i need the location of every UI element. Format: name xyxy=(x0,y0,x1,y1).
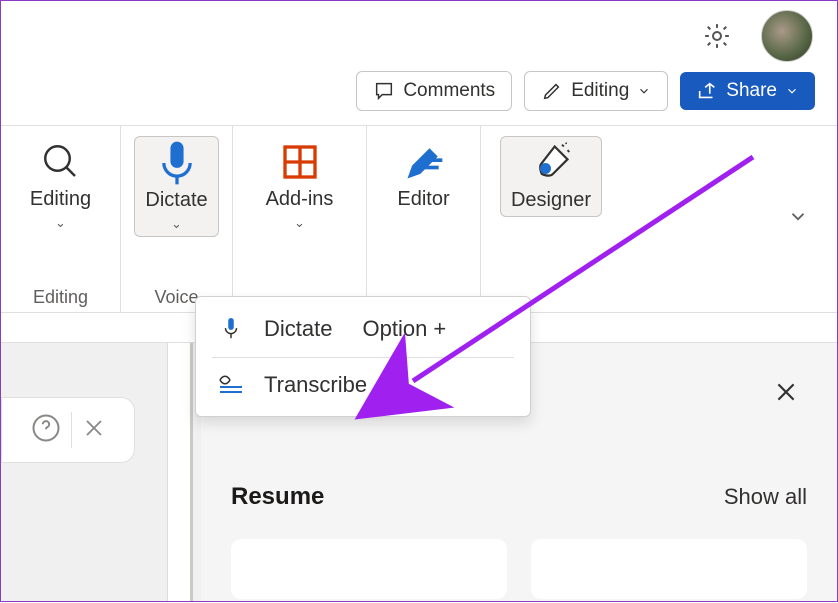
chevron-down-icon xyxy=(785,84,799,98)
editing-btn-label: Editing xyxy=(30,188,91,211)
menu-separator xyxy=(212,357,514,358)
menu-item-dictate[interactable]: Dictate Option + xyxy=(196,305,530,353)
dismiss-help-button[interactable] xyxy=(82,416,106,445)
gear-icon xyxy=(702,21,732,51)
document-edge xyxy=(167,343,193,601)
menu-item-transcribe-label: Transcribe xyxy=(264,372,367,398)
dictate-button[interactable]: Dictate ⌄ xyxy=(134,136,218,237)
editing-mode-label: Editing xyxy=(571,80,629,102)
comments-button[interactable]: Comments xyxy=(356,71,512,111)
addins-button[interactable]: Add-ins ⌄ xyxy=(256,136,344,235)
resume-heading: Resume xyxy=(231,483,324,511)
find-editing-button[interactable]: Editing ⌄ xyxy=(20,136,101,235)
settings-button[interactable] xyxy=(701,20,733,52)
avatar[interactable] xyxy=(761,10,813,62)
dictate-dropdown: Dictate Option + Transcribe xyxy=(195,296,531,417)
designer-btn-label: Designer xyxy=(511,189,591,212)
menu-item-dictate-shortcut: Option + xyxy=(362,316,446,342)
share-icon xyxy=(696,80,718,102)
template-card[interactable] xyxy=(531,539,807,599)
editing-mode-button[interactable]: Editing xyxy=(524,71,668,111)
chevron-down-icon: ⌄ xyxy=(55,215,66,231)
chevron-down-icon xyxy=(787,206,809,228)
chevron-down-icon: ⌄ xyxy=(171,216,182,232)
magnifier-icon xyxy=(39,140,83,184)
help-widget xyxy=(1,397,135,463)
paintbrush-icon xyxy=(529,141,573,185)
share-button[interactable]: Share xyxy=(680,72,815,110)
ribbon-collapse-button[interactable] xyxy=(787,206,809,233)
addins-icon xyxy=(278,140,322,184)
menu-item-dictate-label: Dictate xyxy=(264,316,332,342)
menu-item-transcribe[interactable]: Transcribe xyxy=(196,362,530,408)
help-icon xyxy=(31,413,61,443)
designer-button[interactable]: Designer xyxy=(500,136,602,217)
help-button[interactable] xyxy=(31,413,61,448)
transcribe-icon xyxy=(216,374,246,396)
show-all-link[interactable]: Show all xyxy=(724,484,807,510)
pencil-icon xyxy=(541,80,563,102)
microphone-icon xyxy=(155,141,199,185)
editor-button[interactable]: Editor xyxy=(387,136,459,215)
close-icon xyxy=(82,416,106,440)
close-icon xyxy=(773,379,799,405)
group-label-editing: Editing xyxy=(33,287,88,308)
share-label: Share xyxy=(726,80,777,102)
chevron-down-icon xyxy=(637,84,651,98)
comment-icon xyxy=(373,80,395,102)
template-card[interactable] xyxy=(231,539,507,599)
dictate-btn-label: Dictate xyxy=(145,189,207,212)
editor-pen-icon xyxy=(402,140,446,184)
editor-btn-label: Editor xyxy=(397,188,449,211)
microphone-icon xyxy=(216,315,246,343)
comments-label: Comments xyxy=(403,80,495,102)
chevron-down-icon: ⌄ xyxy=(294,215,305,231)
close-pane-button[interactable] xyxy=(773,379,799,413)
addins-btn-label: Add-ins xyxy=(266,188,334,211)
